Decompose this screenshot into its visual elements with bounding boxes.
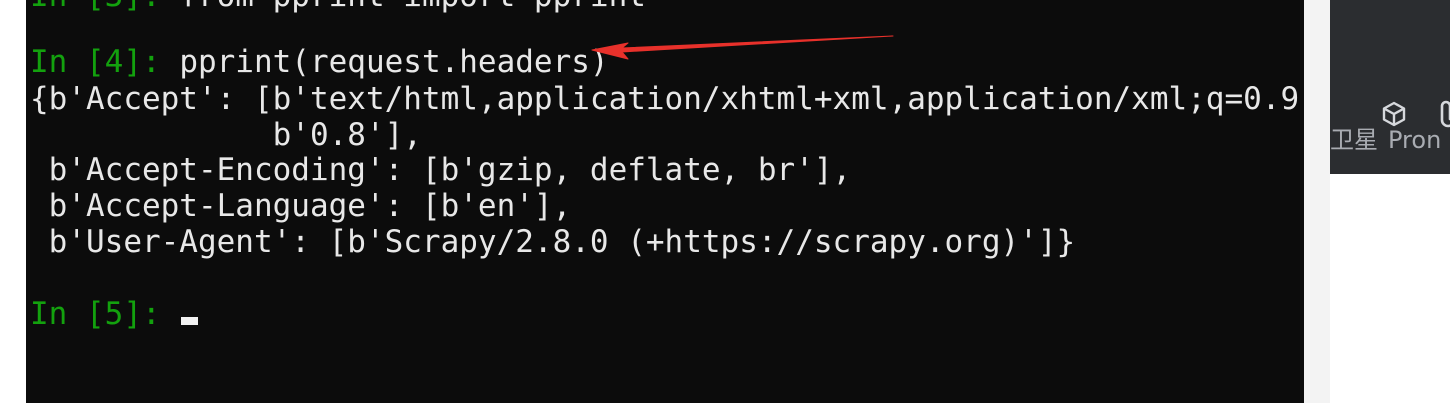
side-panel: 卫星 Pron (1330, 0, 1450, 174)
panel-label[interactable]: 卫星 (1330, 126, 1378, 154)
panel-labels: 卫星 Pron (1330, 120, 1450, 155)
panel-label[interactable]: Pron (1388, 126, 1441, 154)
output-line: b'User-Agent': [b'Scrapy/2.8.0 (+https:/… (30, 224, 1076, 260)
ipython-terminal[interactable]: In [3]: from pprint import pprint In [4]… (26, 0, 1304, 403)
screenshot: In [3]: from pprint import pprint In [4]… (0, 0, 1450, 403)
output-line: b'Accept-Language': [b'en'], (30, 188, 572, 224)
input-line-4: In [4]: pprint(request.headers) (30, 44, 609, 80)
partial-input-line: In [3]: from pprint import pprint (30, 0, 646, 14)
text-cursor (181, 317, 199, 325)
input-prompt-5: In [5]: (30, 296, 180, 332)
input-command: pprint(request.headers) (179, 44, 609, 80)
output-line: {b'Accept': [b'text/html,application/xht… (30, 81, 1304, 117)
input-line-5[interactable]: In [5]: (30, 296, 199, 332)
output-line: b'Accept-Encoding': [b'gzip, deflate, br… (30, 152, 852, 188)
input-prompt-4: In [4]: (30, 44, 180, 80)
window-gutter (1304, 0, 1330, 403)
output-line: b'0.8'], (30, 117, 422, 153)
input-prompt-3: In [3]: (30, 0, 179, 14)
partial-code: from pprint import pprint (179, 0, 646, 14)
